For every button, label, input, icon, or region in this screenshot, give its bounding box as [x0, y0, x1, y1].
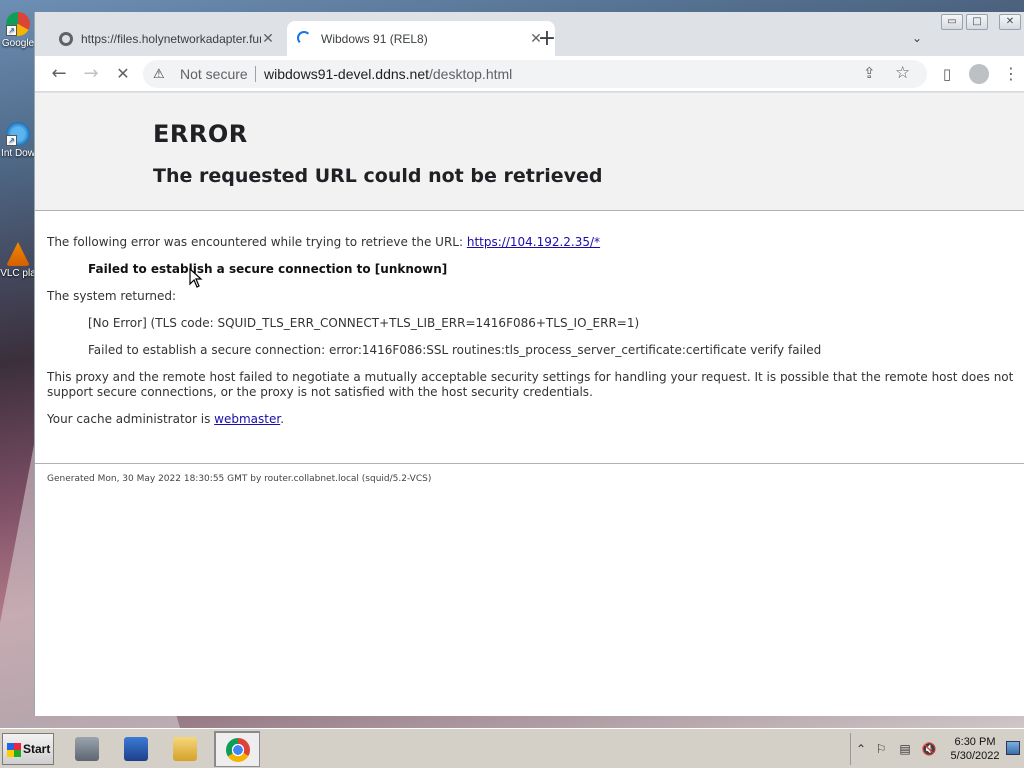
kebab-menu-icon[interactable]: ⋮	[999, 62, 1023, 86]
share-icon[interactable]: ⇪	[863, 64, 876, 82]
system-tray: ⌃ ⚐ ▤ 🔇 6:30 PM 5/30/2022	[850, 733, 1020, 765]
tab-title: Wibdows 91 (REL8)	[321, 32, 428, 46]
file-explorer-icon	[173, 737, 197, 761]
powershell-icon	[124, 737, 148, 761]
window-close-button[interactable]: ✕	[999, 14, 1021, 30]
error-title: Failed to establish a secure connection …	[88, 262, 448, 276]
taskbar-chrome[interactable]	[214, 731, 260, 767]
cache-admin-suffix: .	[280, 412, 285, 426]
error-explanation: This proxy and the remote host failed to…	[47, 370, 1014, 399]
cache-admin-line: Your cache administrator is webmaster.	[47, 412, 284, 426]
taskbar-server-manager[interactable]	[64, 731, 110, 767]
error-url-link[interactable]: https://104.192.2.35/*	[467, 235, 600, 249]
error-header: ERROR The requested URL could not be ret…	[35, 93, 1024, 211]
clock-time: 6:30 PM	[954, 736, 996, 748]
bookmark-star-icon[interactable]: ☆	[895, 63, 910, 83]
network-icon[interactable]: ▤	[897, 741, 913, 757]
error-intro-text: The following error was encountered whil…	[47, 235, 467, 249]
tab-search-icon[interactable]: ⌄	[907, 28, 927, 48]
start-button[interactable]: Start	[2, 733, 54, 765]
browser-window: https://files.holynetworkadapter.fun ✕ W…	[34, 12, 1024, 716]
address-divider	[255, 66, 256, 82]
globe-icon	[59, 32, 73, 46]
error-intro: The following error was encountered whil…	[47, 235, 600, 249]
system-returned-label: The system returned:	[47, 289, 177, 303]
window-maximize-button[interactable]: □	[966, 14, 988, 30]
browser-toolbar: ← → ✕ ⚠ Not secure wibdows91-devel.ddns.…	[35, 56, 1024, 92]
clock[interactable]: 6:30 PM 5/30/2022	[948, 735, 1002, 763]
show-hidden-icons-icon[interactable]: ⌃	[853, 741, 869, 757]
desktop-icon-google-chrome[interactable]: ↗ Google	[0, 12, 36, 50]
avatar	[969, 64, 989, 84]
warning-icon[interactable]: ⚠	[153, 66, 169, 82]
page-title: ERROR	[153, 120, 248, 148]
clock-date: 5/30/2022	[950, 750, 1000, 762]
volume-muted-icon[interactable]: 🔇	[921, 741, 937, 757]
windows-logo-icon	[7, 743, 21, 757]
desktop-icon-internet-download[interactable]: ↗ Int Dow	[0, 122, 36, 160]
window-minimize-button[interactable]: ▭	[941, 14, 963, 30]
stop-loading-icon[interactable]: ✕	[111, 62, 135, 86]
back-arrow-icon[interactable]: ←	[47, 62, 71, 86]
footer-generated: Generated Mon, 30 May 2022 18:30:55 GMT …	[47, 474, 432, 484]
start-label: Start	[23, 742, 51, 756]
new-tab-button[interactable]: +	[535, 28, 559, 52]
internet-download-shortcut-icon: ↗	[6, 122, 30, 146]
footer-divider	[35, 463, 1024, 464]
page-subtitle: The requested URL could not be retrieved	[153, 165, 603, 187]
url-host: wibdows91-devel.ddns.net	[264, 66, 429, 82]
url-text[interactable]: wibdows91-devel.ddns.net/desktop.html	[264, 66, 512, 82]
tab-title: https://files.holynetworkadapter.fun	[81, 32, 261, 46]
url-path: /desktop.html	[429, 66, 513, 82]
not-secure-label[interactable]: Not secure	[180, 66, 248, 82]
system-error-detail: Failed to establish a secure connection:…	[88, 343, 822, 357]
page-content: ERROR The requested URL could not be ret…	[35, 93, 1024, 716]
vlc-shortcut-icon	[6, 242, 30, 266]
desktop-icon-vlc[interactable]: VLC pla	[0, 242, 36, 280]
loading-spinner-icon	[297, 31, 311, 45]
tab-wibdows91[interactable]: Wibdows 91 (REL8) ✕	[287, 21, 555, 56]
webmaster-link[interactable]: webmaster	[214, 412, 280, 426]
desktop-icon-label: Google	[1, 38, 35, 49]
show-desktop-icon[interactable]	[1006, 741, 1020, 755]
tab-strip: https://files.holynetworkadapter.fun ✕ W…	[35, 12, 1024, 56]
profile-avatar-icon[interactable]	[967, 62, 991, 86]
tab-close-icon[interactable]: ✕	[259, 29, 277, 47]
taskbar-powershell[interactable]	[113, 731, 159, 767]
action-center-flag-icon[interactable]: ⚐	[873, 741, 889, 757]
desktop-icon-label: VLC pla	[0, 268, 36, 279]
desktop-icon-label: Int Dow	[1, 148, 35, 159]
server-manager-icon	[75, 737, 99, 761]
side-panel-icon[interactable]: ▯	[935, 62, 959, 86]
taskbar: Start ⌃ ⚐ ▤ 🔇 6:30 PM 5/30/2022	[0, 728, 1024, 768]
chrome-shortcut-icon: ↗	[6, 12, 30, 36]
chrome-icon	[226, 738, 250, 762]
forward-arrow-icon[interactable]: →	[79, 62, 103, 86]
address-bar[interactable]: ⚠ Not secure wibdows91-devel.ddns.net/de…	[143, 60, 927, 88]
system-error-code: [No Error] (TLS code: SQUID_TLS_ERR_CONN…	[88, 316, 640, 330]
taskbar-file-explorer[interactable]	[162, 731, 208, 767]
tab-files-holynetworkadapter[interactable]: https://files.holynetworkadapter.fun ✕	[43, 21, 287, 56]
cache-admin-text: Your cache administrator is	[47, 412, 215, 426]
